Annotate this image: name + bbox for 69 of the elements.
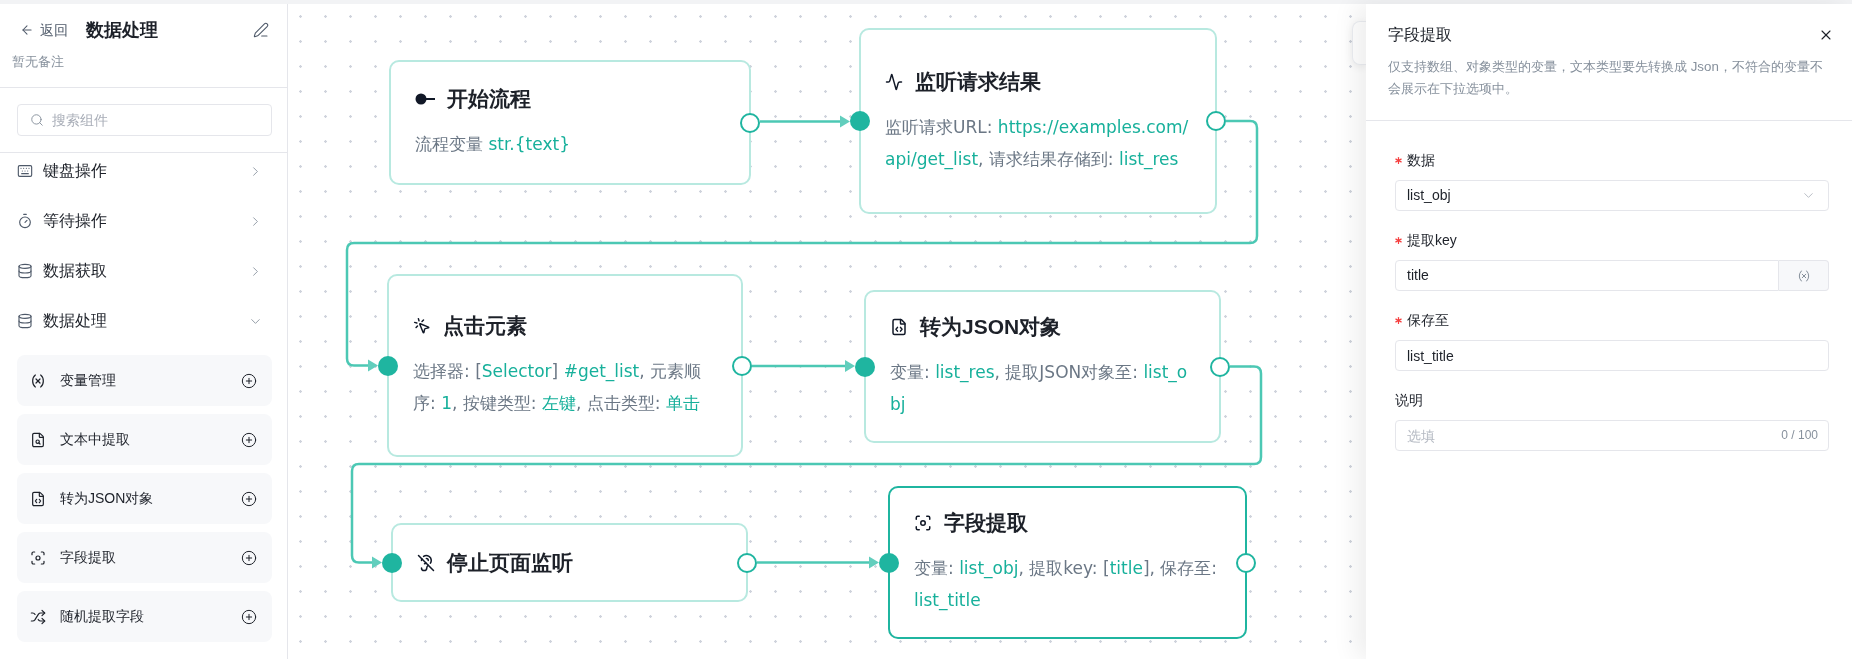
component-item[interactable]: 转为JSON对象 (17, 473, 272, 524)
node-title: 开始流程 (447, 86, 531, 113)
plus-circle-icon[interactable] (241, 608, 257, 625)
timer-icon (17, 213, 33, 229)
category-item[interactable]: 数据获取 (0, 253, 287, 289)
node-description: 流程变量 str.{text} (415, 133, 571, 156)
category-item[interactable]: 等待操作 (0, 203, 287, 239)
field-label: 保存至 (1407, 310, 1449, 330)
panel-title: 字段提取 (1388, 25, 1452, 45)
node-title: 转为JSON对象 (920, 314, 1062, 341)
plus-circle-icon[interactable] (241, 372, 257, 389)
shuffle-icon (30, 608, 46, 625)
focus-icon (914, 514, 932, 532)
panel-description: 仅支持数组、对象类型的变量，文本类型要先转换成 Json，不符合的变量不会展示在下拉选项中。 (1388, 58, 1824, 98)
note-text: 暂无备注 (12, 53, 64, 71)
node-title: 点击元素 (443, 313, 527, 340)
plus-circle-icon[interactable] (241, 549, 257, 566)
component-item[interactable]: 字段提取 (17, 532, 272, 583)
node-description: 选择器: [Selector] #get_list, 元素顺序: 1, 按键类型: 左键, 点击类型: 单击 (413, 360, 703, 415)
node-title: 监听请求结果 (915, 68, 1041, 95)
plus-circle-icon[interactable] (241, 431, 257, 448)
pulse-icon (885, 72, 903, 91)
ear-off-icon (417, 553, 435, 572)
node-title: 停止页面监听 (447, 549, 573, 576)
variable-icon (1796, 268, 1811, 283)
variable-button[interactable] (1779, 260, 1829, 291)
field-label: 说明 (1395, 390, 1423, 410)
component-item[interactable]: 文本中提取 (17, 414, 272, 465)
select-field[interactable]: list_obj (1395, 180, 1829, 211)
edit-icon[interactable] (253, 22, 269, 38)
node-description: 变量: list_obj, 提取key: [title], 保存至: list_title (914, 557, 1219, 613)
input-port-icon[interactable] (855, 356, 876, 377)
node-description: 监听请求URL: https://examples.com/api/get_list, 请求结果存储到: list_res (885, 115, 1190, 172)
variable-icon (30, 372, 46, 389)
search-icon (30, 113, 44, 127)
file-search-icon (30, 431, 46, 448)
field-label: 数据 (1407, 150, 1435, 170)
file-code-icon (30, 490, 46, 507)
plus-circle-icon[interactable] (241, 490, 257, 507)
flow-node[interactable]: 点击元素 选择器: [Selector] #get_list, 元素顺序: 1, 按键类型: 左键, 点击类型: 单击 (387, 274, 743, 457)
input-port-icon[interactable] (850, 111, 871, 131)
flow-node[interactable]: 停止页面监听 (391, 523, 748, 602)
pointer-click-icon (413, 317, 431, 335)
component-item[interactable]: 变量管理 (17, 355, 272, 406)
search-field[interactable]: 搜索组件 (17, 104, 272, 136)
flow-node[interactable]: 转为JSON对象 变量: list_res, 提取JSON对象至: list_obj (864, 290, 1221, 443)
input-port-icon[interactable] (378, 355, 399, 376)
file-code-icon (890, 318, 908, 336)
input-port-icon[interactable] (879, 552, 900, 573)
input-port-icon[interactable] (382, 552, 403, 573)
category-item[interactable]: 数据处理 (0, 303, 287, 339)
dot-line-icon (415, 93, 435, 105)
node-title: 字段提取 (944, 510, 1028, 537)
text-field[interactable]: list_title (1395, 340, 1829, 371)
field-label: 提取key (1407, 230, 1457, 250)
page-title: 数据处理 (86, 18, 158, 42)
database-icon (17, 313, 33, 329)
component-item[interactable]: 随机提取字段 (17, 591, 272, 642)
keyboard-icon (17, 163, 33, 179)
character-count: 0 / 100 (1781, 427, 1818, 444)
database-icon (17, 263, 33, 279)
category-item[interactable]: 键盘操作 (0, 153, 287, 189)
flow-node[interactable]: 字段提取 变量: list_obj, 提取key: [title], 保存至: list_title (888, 486, 1247, 639)
node-description: 变量: list_res, 提取JSON对象至: list_obj (890, 361, 1189, 416)
focus-icon (30, 549, 46, 566)
text-field[interactable]: title (1395, 260, 1779, 291)
flow-node[interactable]: 监听请求结果 监听请求URL: https://examples.com/api/get_list, 请求结果存储到: list_res (859, 28, 1217, 214)
back-link[interactable]: 返回 (20, 19, 68, 41)
flow-node[interactable]: 开始流程 流程变量 str.{text} (389, 60, 751, 185)
